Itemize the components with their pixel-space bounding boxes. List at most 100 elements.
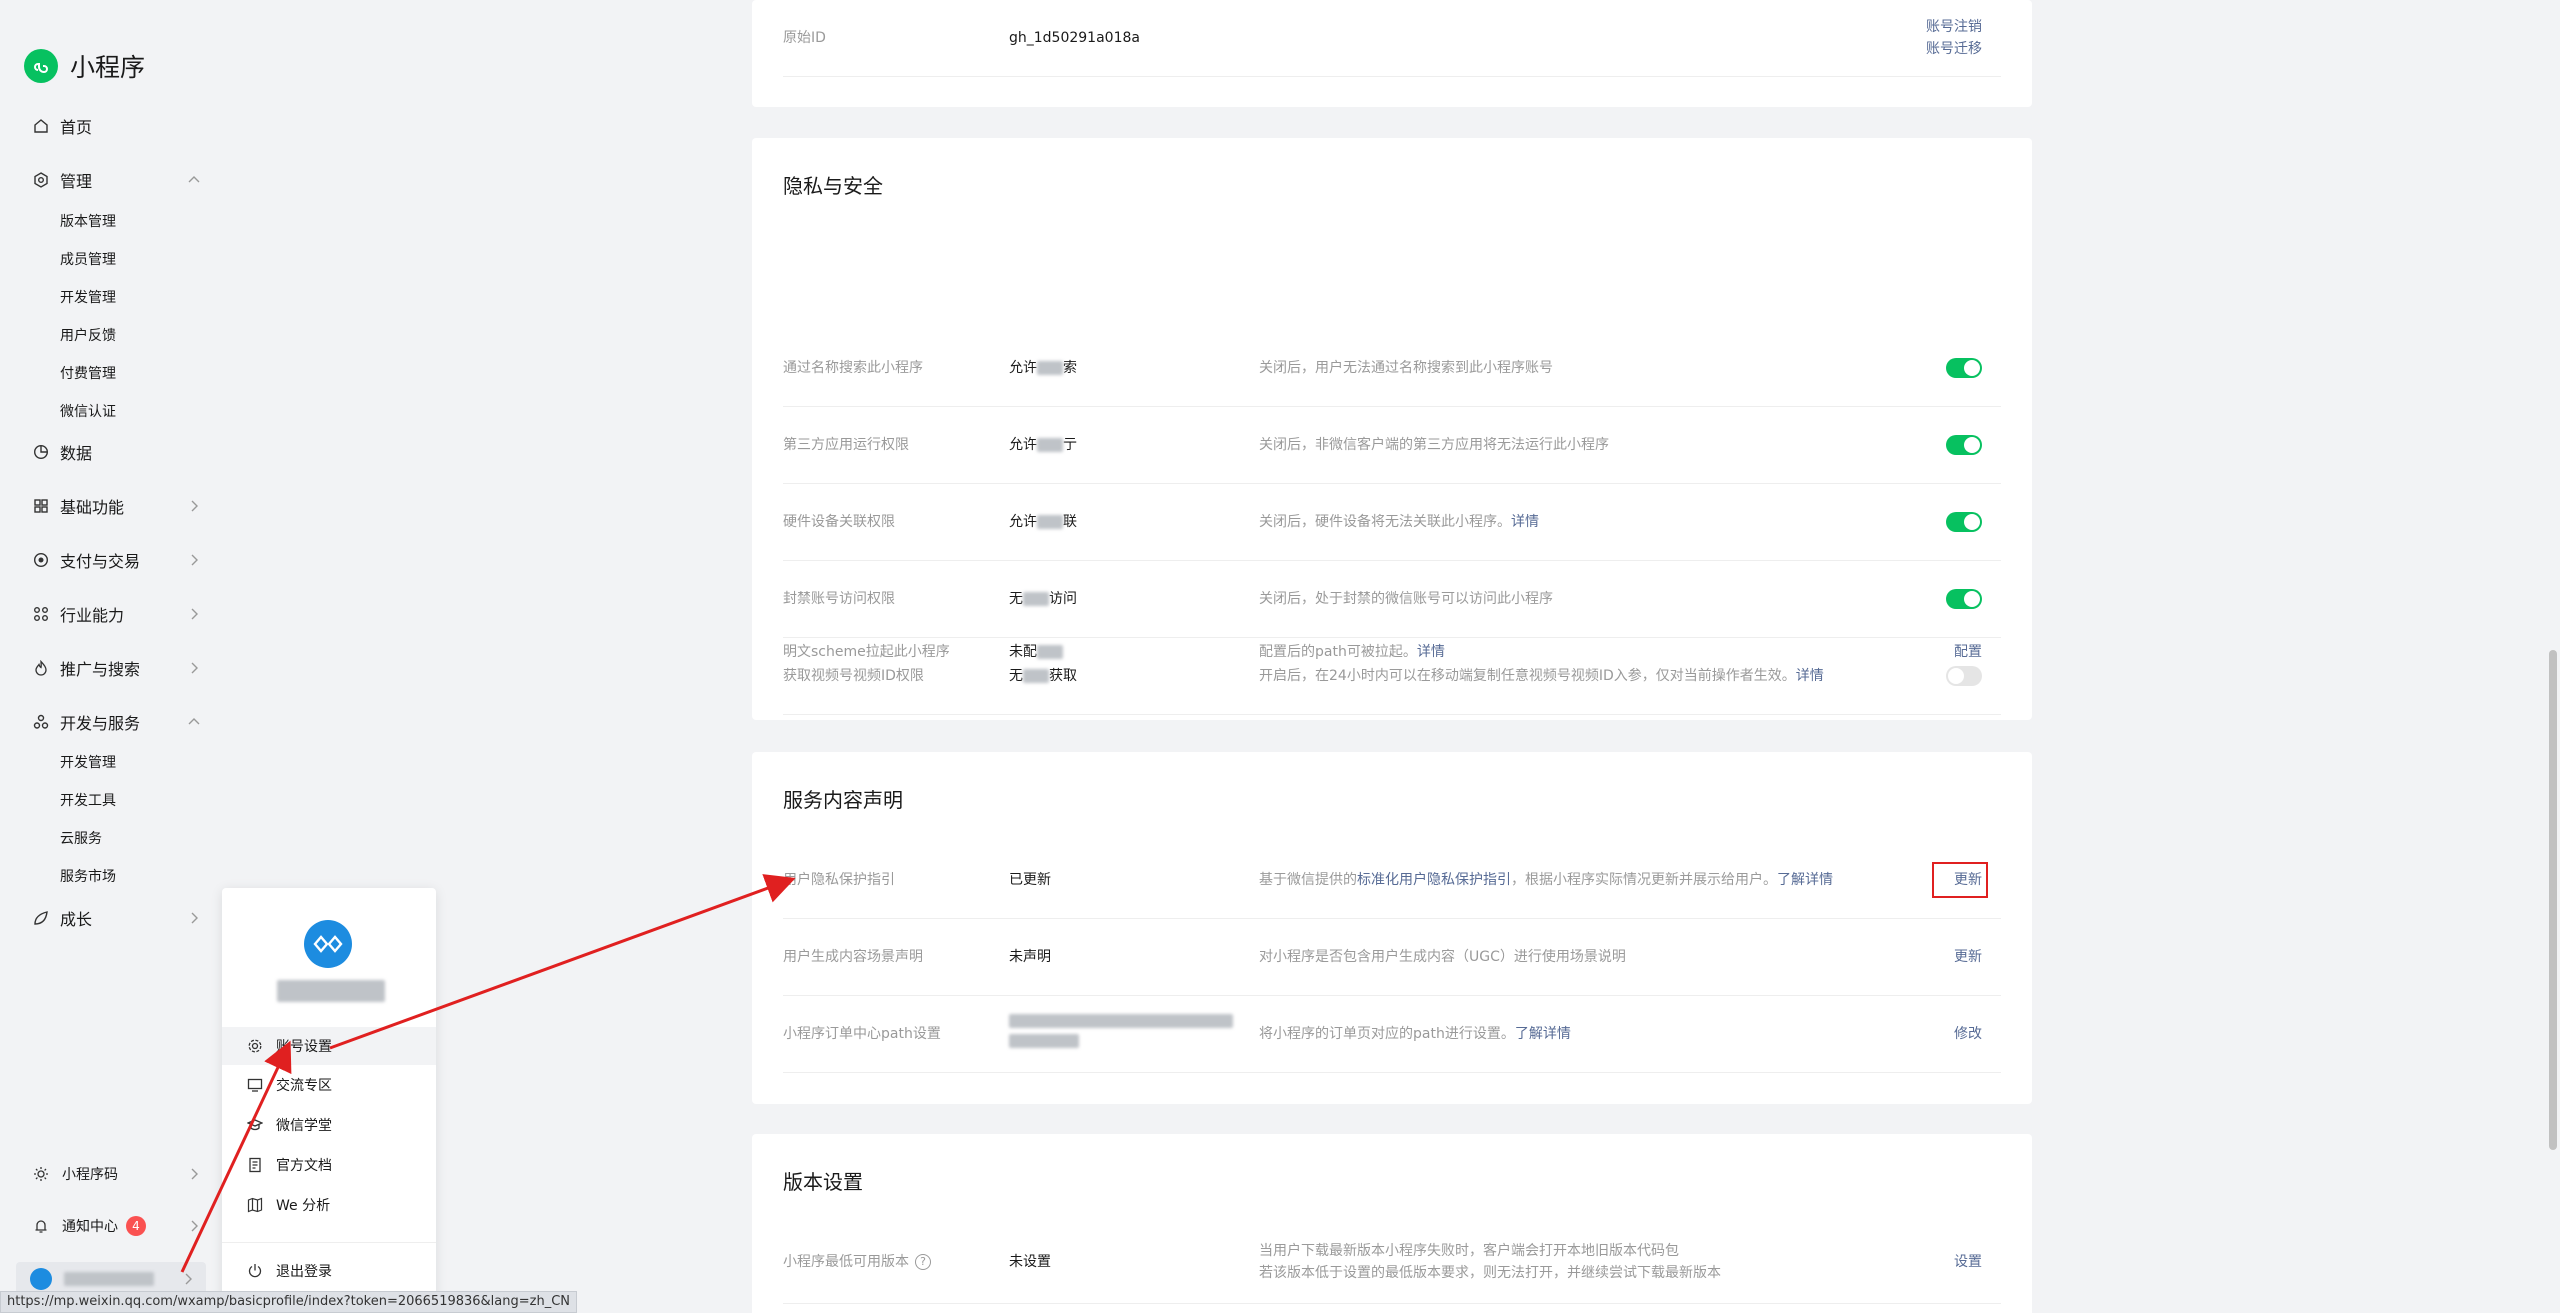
mini-program-logo-icon [24,49,58,83]
grid-icon [32,497,50,515]
row-value: 未配 [1009,614,1063,691]
learn-more-link[interactable]: 了解详情 [1515,1026,1571,1042]
sidebar-sub-version[interactable]: 版本管理 [60,210,116,234]
account-migrate-link[interactable]: 账号迁移 [1926,38,1982,60]
sidebar: 小程序 首页 管理 版本管理 成员管理 开发管理 用户反馈 付费管理 微信认证 … [0,0,222,1313]
service-row-privacy-guide: 用户隐私保护指引 已更新 基于微信提供的标准化用户隐私保护指引，根据小程序实际情… [783,842,2001,919]
menu-item-account-settings[interactable]: 账号设置 [222,1027,436,1065]
service-row-order-path: 小程序订单中心path设置 将小程序的订单页对应的path进行设置。了解详情 修… [783,996,2001,1073]
sidebar-item-pay[interactable]: 支付与交易 [32,544,202,576]
chevron-right-icon [191,500,198,512]
row-label: 明文scheme拉起此小程序 [783,644,950,660]
chevron-up-icon [188,176,200,183]
row-description: 配置后的path可被拉起。详情 [1259,644,1445,660]
sidebar-item-data[interactable]: 数据 [32,436,202,468]
original-id-label: 原始ID [783,30,826,46]
row-value: 已更新 [1009,872,1051,888]
sidebar-item-notifications[interactable]: 通知中心 4 [32,1211,202,1241]
menu-item-community[interactable]: 交流专区 [222,1066,436,1104]
chevron-right-icon [191,608,198,620]
coin-icon [32,551,50,569]
sidebar-sub-market[interactable]: 服务市场 [60,865,116,889]
sidebar-item-label: 小程序码 [62,1167,118,1183]
sidebar-item-basic[interactable]: 基础功能 [32,490,202,522]
original-id-row: 原始ID gh_1d50291a018a 账号注销 账号迁移 [783,0,2001,77]
row-label: 第三方应用运行权限 [783,437,909,453]
page-scrollbar[interactable] [2546,0,2560,1313]
menu-item-label: 微信学堂 [276,1118,332,1134]
details-link[interactable]: 详情 [1417,644,1445,660]
row-description: 基于微信提供的标准化用户隐私保护指引，根据小程序实际情况更新并展示给用户。了解详… [1259,872,1833,888]
sidebar-sub-members[interactable]: 成员管理 [60,248,116,272]
search-toggle[interactable] [1946,358,1982,378]
menu-item-logout[interactable]: 退出登录 [222,1252,436,1290]
chevron-right-icon [191,554,198,566]
menu-item-label: 账号设置 [276,1039,332,1055]
row-value-masked [1009,996,1233,1073]
menu-item-label: 交流专区 [276,1078,332,1094]
avatar [304,920,352,968]
monitor-icon [246,1076,264,1094]
sidebar-sub-verify[interactable]: 微信认证 [60,400,116,424]
set-min-version-button[interactable]: 设置 [1954,1224,1982,1301]
menu-item-academy[interactable]: 微信学堂 [222,1106,436,1144]
configure-link[interactable]: 配置 [1954,614,1982,691]
sidebar-sub-devmanage[interactable]: 开发管理 [60,751,116,775]
row-description: 对小程序是否包含用户生成内容（UGC）进行使用场景说明 [1259,949,1626,965]
sidebar-sub-dev[interactable]: 开发管理 [60,286,116,310]
update-privacy-guide-button[interactable]: 更新 [1954,842,1982,919]
row-description: 关闭后，用户无法通过名称搜索到此小程序账号 [1259,360,1553,376]
sidebar-sub-cloud[interactable]: 云服务 [60,827,102,851]
row-description: 关闭后，非微信客户端的第三方应用将无法运行此小程序 [1259,437,1609,453]
learn-more-link[interactable]: 了解详情 [1777,872,1833,888]
sidebar-sub-payment[interactable]: 付费管理 [60,362,116,386]
sidebar-item-label: 数据 [60,444,93,463]
details-link[interactable]: 详情 [1511,514,1539,530]
scrollbar-thumb[interactable] [2549,650,2557,1150]
row-value: 未声明 [1009,949,1051,965]
service-row-ugc: 用户生成内容场景声明 未声明 对小程序是否包含用户生成内容（UGC）进行使用场景… [783,919,2001,996]
row-label: 通过名称搜索此小程序 [783,360,923,376]
sidebar-sub-devtools[interactable]: 开发工具 [60,789,116,813]
sidebar-item-industry[interactable]: 行业能力 [32,598,202,630]
status-bar-url: https://mp.weixin.qq.com/wxamp/basicprof… [0,1291,578,1313]
sidebar-item-devservice[interactable]: 开发与服务 [32,706,202,738]
sidebar-item-promo[interactable]: 推广与搜索 [32,652,202,684]
chevron-right-icon [191,912,198,924]
sidebar-item-home[interactable]: 首页 [32,110,202,142]
graduation-cap-icon [246,1116,264,1134]
sidebar-item-growth[interactable]: 成长 [32,902,202,934]
sidebar-item-manage[interactable]: 管理 [32,164,202,196]
sidebar-item-label: 首页 [60,118,93,137]
menu-item-we-analysis[interactable]: We 分析 [222,1186,436,1224]
chevron-right-icon [191,662,198,674]
menu-divider [222,1242,436,1243]
help-icon[interactable]: ? [915,1254,931,1270]
row-label: 小程序订单中心path设置 [783,1026,941,1042]
menu-item-docs[interactable]: 官方文档 [222,1146,436,1184]
sidebar-item-label: 通知中心 [62,1219,118,1235]
sun-icon [32,1165,50,1183]
gear-icon [246,1037,264,1055]
original-id-value: gh_1d50291a018a [1009,30,1140,46]
account-cancel-link[interactable]: 账号注销 [1926,16,1982,38]
map-icon [246,1196,264,1214]
account-name-masked [64,1272,154,1286]
original-id-actions: 账号注销 账号迁移 [1926,16,1982,60]
update-ugc-button[interactable]: 更新 [1954,919,1982,996]
banned-toggle[interactable] [1946,589,1982,609]
thirdparty-toggle[interactable] [1946,435,1982,455]
sidebar-sub-feedback[interactable]: 用户反馈 [60,324,116,348]
power-icon [246,1262,264,1280]
brand[interactable]: 小程序 [24,48,145,84]
menu-item-label: 官方文档 [276,1158,332,1174]
chevron-right-icon [185,1273,192,1285]
hardware-toggle[interactable] [1946,512,1982,532]
menu-item-label: We 分析 [276,1198,331,1214]
privacy-guide-link[interactable]: 标准化用户隐私保护指引 [1357,872,1511,888]
sidebar-item-qrcode[interactable]: 小程序码 [32,1159,202,1189]
modify-order-path-button[interactable]: 修改 [1954,996,1982,1073]
version-settings-card: 版本设置 小程序最低可用版本? 未设置 当用户下载最新版本小程序失败时，客户端会… [752,1134,2032,1313]
privacy-row-search: 通过名称搜索此小程序 允许索 关闭后，用户无法通过名称搜索到此小程序账号 [783,330,2001,407]
row-description: 当用户下载最新版本小程序失败时，客户端会打开本地旧版本代码包 若该版本低于设置的最… [1259,1243,1721,1281]
